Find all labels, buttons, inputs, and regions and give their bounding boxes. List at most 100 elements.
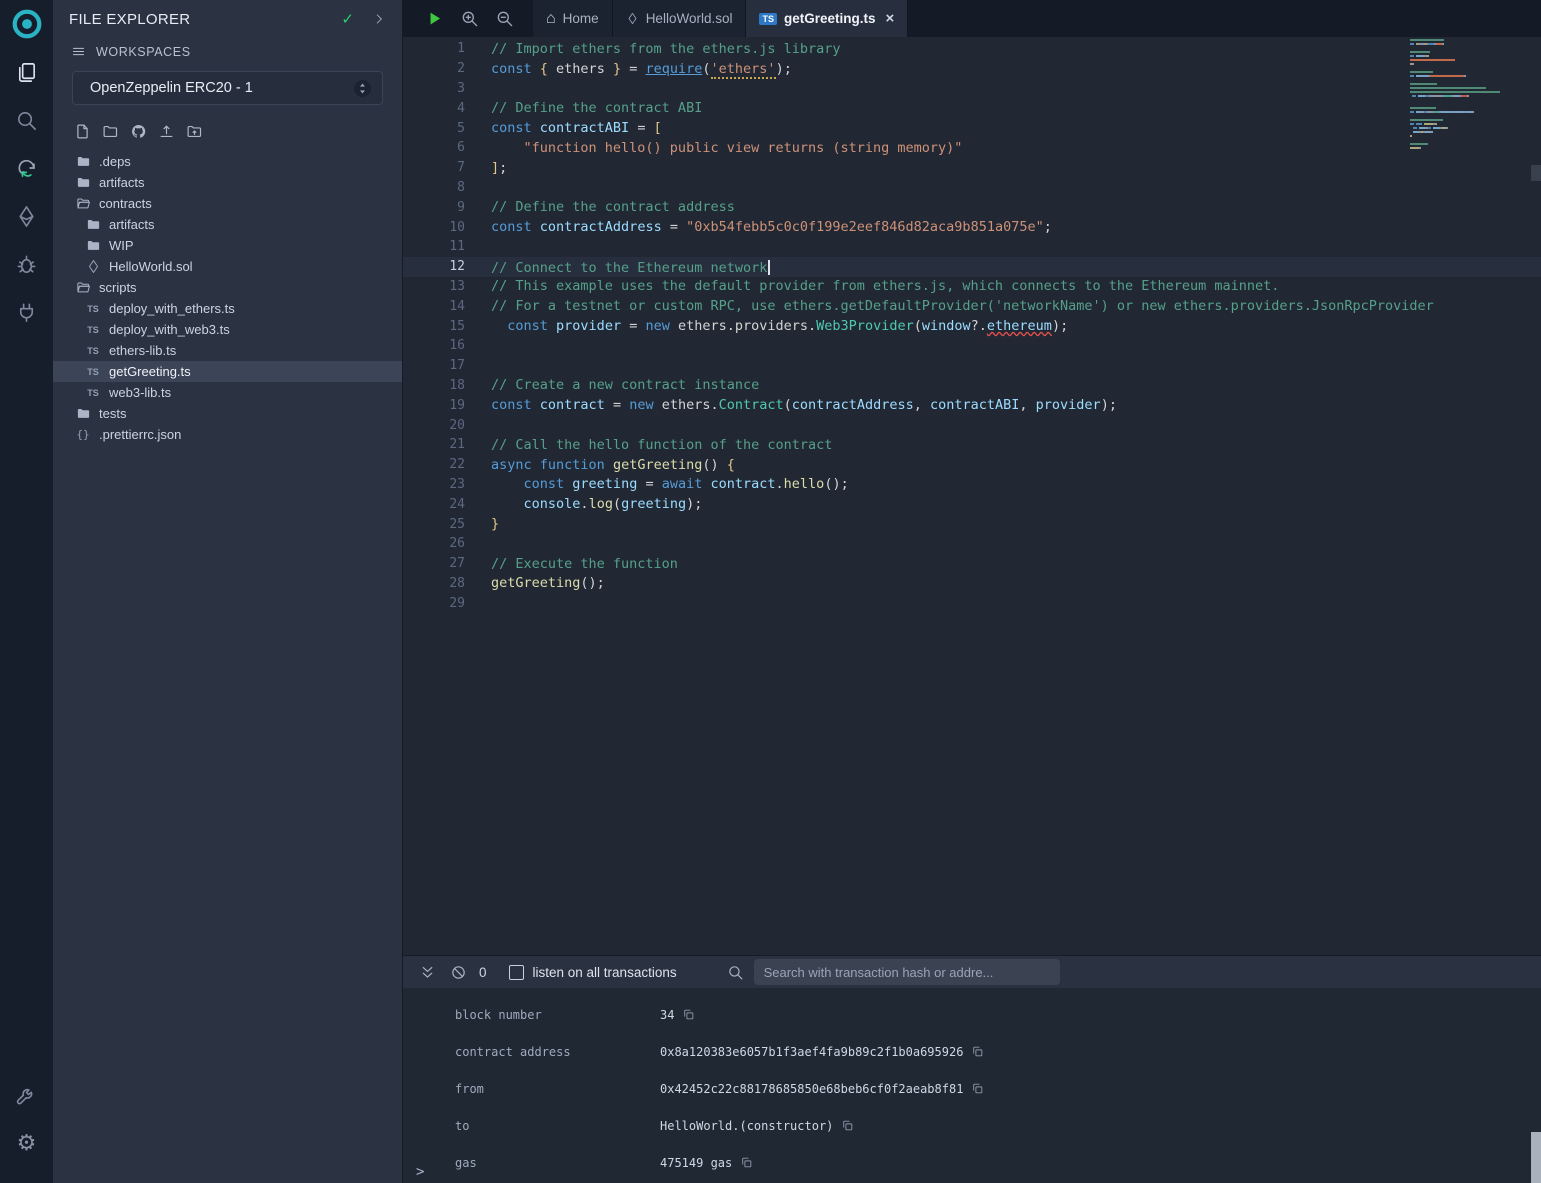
tab-getGreeting.ts[interactable]: TSgetGreeting.ts×: [746, 0, 908, 37]
transaction-detail-row: block number34: [403, 996, 1541, 1033]
editor-line[interactable]: 27// Execute the function: [403, 554, 1541, 574]
editor-line[interactable]: 26: [403, 534, 1541, 554]
debugger-icon[interactable]: [9, 246, 45, 282]
transaction-detail-row: from0x42452c22c88178685850e68beb6cf0f2ae…: [403, 1070, 1541, 1107]
line-code: // Create a new contract instance: [491, 377, 759, 393]
editor-line[interactable]: 4// Define the contract ABI: [403, 98, 1541, 118]
editor-line[interactable]: 11: [403, 237, 1541, 257]
terminal-prompt[interactable]: >: [416, 1164, 424, 1180]
file-item[interactable]: TSgetGreeting.ts: [53, 361, 402, 382]
close-tab-icon[interactable]: ×: [886, 11, 895, 26]
editor-line[interactable]: 23 const greeting = await contract.hello…: [403, 475, 1541, 495]
new-folder-icon[interactable]: [102, 123, 120, 141]
copy-icon[interactable]: [971, 1045, 984, 1058]
file-item[interactable]: artifacts: [53, 172, 402, 193]
editor-line[interactable]: 8: [403, 178, 1541, 198]
editor-line[interactable]: 29: [403, 593, 1541, 613]
search-icon[interactable]: [9, 102, 45, 138]
accept-check-icon[interactable]: ✓: [341, 10, 354, 28]
editor-scrollbar-thumb[interactable]: [1531, 165, 1541, 181]
editor-line[interactable]: 20: [403, 415, 1541, 435]
wrench-icon[interactable]: [9, 1077, 45, 1113]
file-item[interactable]: TSethers-lib.ts: [53, 340, 402, 361]
file-item[interactable]: TSweb3-lib.ts: [53, 382, 402, 403]
zoom-out-icon[interactable]: [495, 9, 515, 29]
activity-bottom: ⚙: [9, 1077, 45, 1173]
line-code: }: [491, 516, 499, 532]
editor-line[interactable]: 21// Call the hello function of the cont…: [403, 435, 1541, 455]
copy-icon[interactable]: [682, 1008, 695, 1021]
editor-line[interactable]: 2const { ethers } = require('ethers');: [403, 59, 1541, 79]
terminal-output: block number34contract address0x8a120383…: [403, 988, 1541, 1183]
upload-folder-icon[interactable]: [186, 123, 204, 141]
remix-logo-icon[interactable]: [9, 6, 45, 42]
file-item[interactable]: tests: [53, 403, 402, 424]
file-label: artifacts: [109, 217, 155, 232]
editor-line[interactable]: 12// Connect to the Ethereum network: [403, 257, 1541, 277]
line-code: const { ethers } = require('ethers');: [491, 61, 792, 77]
file-item[interactable]: TSdeploy_with_web3.ts: [53, 319, 402, 340]
file-item[interactable]: contracts: [53, 193, 402, 214]
editor-line[interactable]: 10const contractAddress = "0xb54febb5c0c…: [403, 217, 1541, 237]
copy-icon[interactable]: [740, 1156, 753, 1169]
editor-line[interactable]: 1// Import ethers from the ethers.js lib…: [403, 39, 1541, 59]
editor-line[interactable]: 19const contract = new ethers.Contract(c…: [403, 395, 1541, 415]
sol-icon: [84, 259, 102, 274]
minimap[interactable]: [1410, 39, 1529, 155]
editor-line[interactable]: 7];: [403, 158, 1541, 178]
line-number: 14: [403, 299, 465, 314]
workspace-select[interactable]: OpenZeppelin ERC20 - 1: [72, 71, 383, 105]
new-file-icon[interactable]: [74, 123, 92, 141]
expand-terminal-icon[interactable]: [419, 964, 436, 981]
workspaces-row: WORKSPACES: [53, 38, 402, 63]
clear-terminal-icon[interactable]: [450, 964, 467, 981]
file-item[interactable]: WIP: [53, 235, 402, 256]
editor-line[interactable]: 3: [403, 79, 1541, 99]
file-item[interactable]: HelloWorld.sol: [53, 256, 402, 277]
editor-line[interactable]: 24 console.log(greeting);: [403, 494, 1541, 514]
file-item[interactable]: .deps: [53, 151, 402, 172]
editor-line[interactable]: 13// This example uses the default provi…: [403, 277, 1541, 297]
file-item[interactable]: scripts: [53, 277, 402, 298]
editor-line[interactable]: 14// For a testnet or custom RPC, use et…: [403, 296, 1541, 316]
listen-all-transactions-checkbox[interactable]: [509, 965, 524, 980]
settings-icon[interactable]: ⚙: [9, 1125, 45, 1161]
file-explorer-toolbar: [53, 115, 402, 149]
chevron-right-icon[interactable]: [372, 12, 386, 26]
tab-HelloWorld.sol[interactable]: HelloWorld.sol: [613, 0, 747, 37]
terminal-toolbar: 0 listen on all transactions: [403, 956, 1541, 988]
editor-line[interactable]: 9// Define the contract address: [403, 197, 1541, 217]
file-item[interactable]: TSdeploy_with_ethers.ts: [53, 298, 402, 319]
activity-top: [9, 6, 45, 342]
editor-line[interactable]: 6 "function hello() public view returns …: [403, 138, 1541, 158]
line-number: 10: [403, 220, 465, 235]
workspace-select-icon: [353, 79, 372, 98]
code-editor[interactable]: 1// Import ethers from the ethers.js lib…: [403, 37, 1541, 955]
copy-icon[interactable]: [841, 1119, 854, 1132]
file-item[interactable]: artifacts: [53, 214, 402, 235]
editor-lines: 1// Import ethers from the ethers.js lib…: [403, 37, 1541, 613]
editor-line[interactable]: 16: [403, 336, 1541, 356]
hamburger-menu-icon[interactable]: [71, 44, 96, 59]
tab-Home[interactable]: ⌂Home: [533, 0, 613, 37]
run-script-button[interactable]: [425, 9, 445, 29]
upload-file-icon[interactable]: [158, 123, 176, 141]
file-item[interactable]: {}.prettierrc.json: [53, 424, 402, 445]
editor-line[interactable]: 15 const provider = new ethers.providers…: [403, 316, 1541, 336]
zoom-in-icon[interactable]: [460, 9, 480, 29]
deploy-run-icon[interactable]: [9, 198, 45, 234]
editor-line[interactable]: 28getGreeting();: [403, 574, 1541, 594]
editor-line[interactable]: 18// Create a new contract instance: [403, 376, 1541, 396]
editor-line[interactable]: 17: [403, 356, 1541, 376]
copy-icon[interactable]: [971, 1082, 984, 1095]
terminal-search-input[interactable]: [754, 959, 1060, 985]
editor-line[interactable]: 5const contractABI = [: [403, 118, 1541, 138]
file-explorer-icon[interactable]: [9, 54, 45, 90]
github-icon[interactable]: [130, 123, 148, 141]
line-number: 27: [403, 556, 465, 571]
editor-line[interactable]: 22async function getGreeting() {: [403, 455, 1541, 475]
solidity-compiler-icon[interactable]: [9, 150, 45, 186]
editor-line[interactable]: 25}: [403, 514, 1541, 534]
plugin-manager-icon[interactable]: [9, 294, 45, 330]
terminal-scrollbar-thumb[interactable]: [1531, 1132, 1541, 1183]
